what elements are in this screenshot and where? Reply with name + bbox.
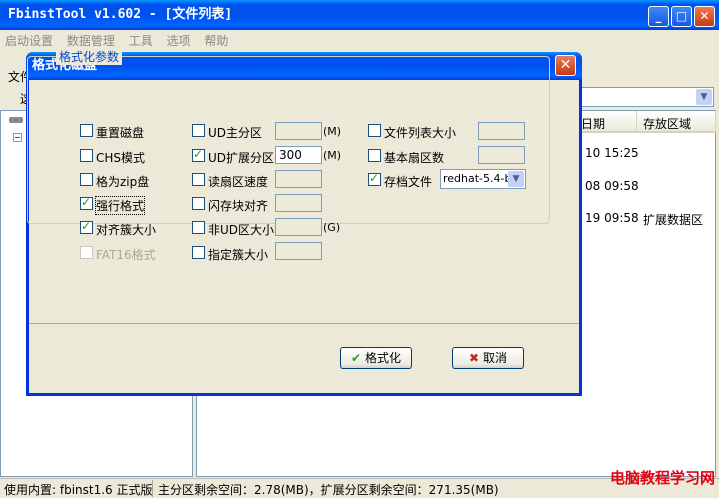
menu-bar: 启动设置 数据管理 工具 选项 帮助	[0, 30, 719, 50]
chs-mode-checkbox[interactable]	[80, 149, 93, 162]
flash-align-checkbox[interactable]	[192, 197, 205, 210]
window-title: FbinstTool v1.602 - [文件列表]	[8, 7, 233, 22]
area-select[interactable]: ▼	[570, 87, 714, 107]
format-button[interactable]: ✔ 格式化	[340, 347, 412, 369]
cluster-size-label: 指定簇大小	[208, 248, 269, 262]
ud-primary-input[interactable]	[275, 122, 322, 140]
non-ud-size-checkbox[interactable]	[192, 221, 205, 234]
align-cluster-checkbox[interactable]	[80, 219, 93, 234]
zip-disk-label: 格为zip盘	[96, 175, 150, 189]
flash-align-input[interactable]	[275, 194, 322, 212]
menu-tools[interactable]: 工具	[124, 30, 158, 51]
cross-icon: ✖	[468, 351, 480, 365]
file-list-size-label: 文件列表大小	[384, 126, 457, 140]
file-list-size-input[interactable]	[478, 122, 525, 140]
non-ud-size-label: 非UD区大小	[208, 223, 275, 237]
fat16-label: FAT16格式	[96, 248, 156, 262]
flash-align-label: 闪存块对齐	[208, 199, 269, 213]
archive-file-select[interactable]: redhat-5.4-b ▼	[440, 169, 526, 189]
ud-extended-label: UD扩展分区	[208, 151, 275, 165]
status-space: 主分区剩余空间：2.78(MB)，扩展分区剩余空间：271.35(MB)	[158, 483, 499, 497]
drive-icon	[9, 117, 23, 123]
base-sectors-label: 基本扇区数	[384, 151, 445, 165]
zip-disk-checkbox[interactable]	[80, 173, 93, 186]
group-title: 格式化参数	[56, 48, 123, 65]
force-format-label: 强行格式	[94, 196, 146, 215]
watermark-text: 电脑教程学习网	[609, 469, 715, 487]
chevron-down-icon[interactable]: ▼	[696, 89, 712, 105]
cancel-button[interactable]: ✖ 取消	[452, 347, 524, 369]
archive-file-label: 存档文件	[384, 175, 433, 189]
reset-disk-label: 重置磁盘	[96, 126, 145, 140]
maximize-button[interactable]: □	[671, 6, 692, 27]
non-ud-size-input[interactable]	[275, 218, 322, 236]
non-ud-size-unit: (G)	[323, 221, 341, 234]
chevron-down-icon[interactable]: ▼	[508, 171, 524, 187]
list-item-area: 扩展数据区	[643, 213, 704, 227]
menu-help[interactable]: 帮助	[199, 30, 233, 51]
cancel-button-label: 取消	[483, 351, 508, 365]
column-area[interactable]: 存放区域	[637, 111, 716, 133]
status-divider	[152, 480, 153, 497]
list-item-date: 19 09:58	[585, 211, 639, 225]
archive-file-value: redhat-5.4-b	[443, 172, 512, 185]
reset-disk-checkbox[interactable]	[80, 124, 93, 137]
list-item-date: 10 15:25	[585, 146, 639, 160]
dialog-close-button[interactable]: ✕	[555, 55, 576, 76]
ud-primary-label: UD主分区	[208, 126, 263, 140]
file-list-size-checkbox[interactable]	[368, 124, 381, 137]
base-sectors-checkbox[interactable]	[368, 149, 381, 162]
chs-mode-label: CHS模式	[96, 151, 146, 165]
list-item-date: 08 09:58	[585, 179, 639, 193]
menu-boot-settings[interactable]: 启动设置	[0, 30, 58, 51]
window-title-bar: FbinstTool v1.602 - [文件列表]	[0, 0, 719, 30]
fat16-checkbox	[80, 246, 93, 259]
ud-extended-checkbox[interactable]	[192, 147, 205, 162]
ud-extended-input[interactable]: 300	[275, 146, 322, 164]
read-speed-checkbox[interactable]	[192, 173, 205, 186]
force-format-checkbox[interactable]	[80, 195, 93, 210]
ud-primary-unit: (M)	[323, 125, 342, 138]
minimize-button[interactable]: _	[648, 6, 669, 27]
read-speed-input[interactable]	[275, 170, 322, 188]
menu-options[interactable]: 选项	[162, 30, 196, 51]
archive-file-checkbox[interactable]	[368, 171, 381, 186]
cluster-size-checkbox[interactable]	[192, 246, 205, 259]
ud-primary-checkbox[interactable]	[192, 124, 205, 137]
status-built-in: 使用内置: fbinst1.6 正式版	[4, 483, 153, 497]
checkmark-icon: ✔	[350, 351, 362, 365]
cluster-size-input[interactable]	[275, 242, 322, 260]
align-cluster-label: 对齐簇大小	[96, 223, 157, 237]
format-button-label: 格式化	[365, 351, 402, 365]
ud-extended-unit: (M)	[323, 149, 342, 162]
close-window-button[interactable]: ✕	[694, 6, 715, 27]
base-sectors-input[interactable]	[478, 146, 525, 164]
read-speed-label: 读扇区速度	[208, 175, 269, 189]
column-date[interactable]: 日期	[575, 111, 637, 133]
tree-expand-icon[interactable]: −	[13, 133, 22, 142]
